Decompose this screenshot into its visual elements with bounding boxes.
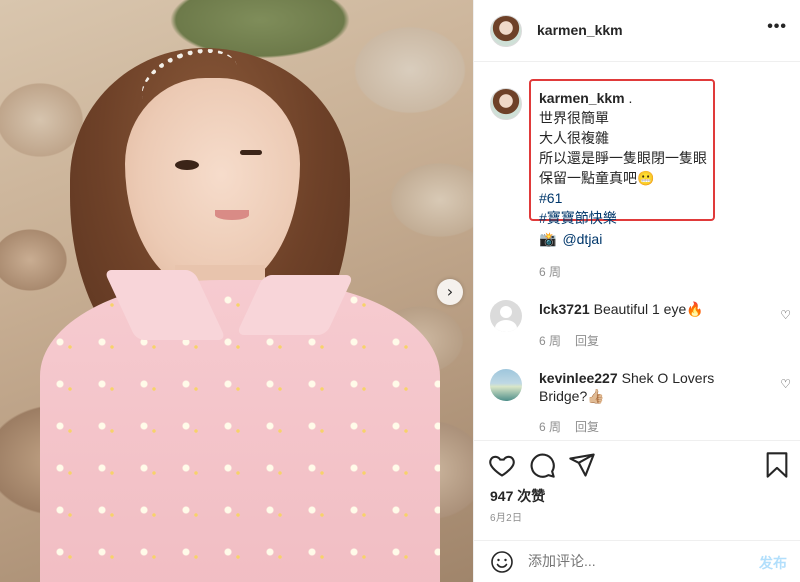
comment-input[interactable] (528, 553, 728, 569)
post-actions: 947 次赞 6月2日 (474, 440, 800, 540)
photo-lips (215, 210, 249, 220)
hashtag-link[interactable]: #61 (539, 188, 707, 208)
hashtag-link[interactable]: #寶寶節快樂 (539, 208, 707, 228)
more-options-icon[interactable]: ••• (767, 18, 787, 36)
comment: lck3721 Beautiful 1 eye🔥 (539, 300, 704, 318)
comment-time[interactable]: 6 周 (539, 420, 561, 434)
emoji-icon[interactable] (490, 550, 514, 574)
caption-avatar[interactable] (490, 88, 522, 120)
photographer-tag: 📸 @dtjai (539, 231, 602, 248)
caption-text: karmen_kkm . 世界很簡單 大人很複雜 所以還是睜一隻眼閉一隻眼 保留… (539, 88, 707, 228)
comments-area: karmen_kkm . 世界很簡單 大人很複雜 所以還是睜一隻眼閉一隻眼 保留… (474, 62, 800, 440)
post-comment-button[interactable]: 发布 (759, 553, 787, 573)
comment-time[interactable]: 6 周 (539, 334, 561, 348)
post-date[interactable]: 6月2日 (490, 509, 522, 524)
comment-body: Beautiful 1 eye🔥 (593, 301, 704, 317)
commenter-avatar[interactable] (490, 300, 522, 332)
comment-body: Shek O Lovers (621, 370, 715, 386)
camera-emoji-icon: 📸 (539, 231, 557, 247)
caption-line: 大人很複雜 (539, 130, 609, 146)
comment-username[interactable]: kevinlee227 (539, 370, 618, 386)
share-icon[interactable] (568, 451, 596, 479)
caption-time[interactable]: 6 周 (539, 263, 561, 280)
like-count[interactable]: 947 次赞 (490, 486, 545, 506)
comment-meta: 6 周回复 (539, 332, 599, 349)
heart-icon[interactable] (488, 451, 516, 479)
caption-username[interactable]: karmen_kkm (539, 90, 625, 106)
reply-button[interactable]: 回复 (575, 334, 599, 348)
caption-line: 所以還是睜一隻眼閉一隻眼 (539, 150, 707, 166)
post-header: karmen_kkm ••• (474, 0, 800, 62)
caption-line: 世界很簡單 (539, 110, 609, 126)
commenter-avatar[interactable] (490, 369, 522, 401)
next-photo-button[interactable]: › (437, 279, 463, 305)
author-username[interactable]: karmen_kkm (537, 22, 623, 38)
like-comment-heart-icon[interactable]: ♡ (780, 377, 791, 391)
reply-button[interactable]: 回复 (575, 420, 599, 434)
comment-icon[interactable] (528, 451, 556, 479)
comment-body-continued: Bridge?👍🏼 (539, 388, 605, 404)
comment-meta: 6 周回复 (539, 418, 599, 435)
photo-eye-closed (240, 150, 262, 155)
bookmark-icon[interactable] (763, 451, 791, 479)
caption-line: 保留一點童真吧😬 (539, 170, 655, 186)
like-comment-heart-icon[interactable]: ♡ (780, 308, 791, 322)
caption-suffix: . (624, 90, 633, 106)
post-side-panel: karmen_kkm ••• karmen_kkm . 世界很簡單 大人很複雜 … (473, 0, 800, 582)
photo-eye-open (175, 160, 199, 170)
post-photo[interactable]: › (0, 0, 473, 582)
comment-username[interactable]: lck3721 (539, 301, 590, 317)
comment: kevinlee227 Shek O Lovers Bridge?👍🏼 (539, 369, 714, 405)
author-avatar[interactable] (490, 15, 522, 47)
add-comment-bar: 发布 (474, 540, 800, 582)
photographer-mention-link[interactable]: @dtjai (562, 231, 602, 247)
